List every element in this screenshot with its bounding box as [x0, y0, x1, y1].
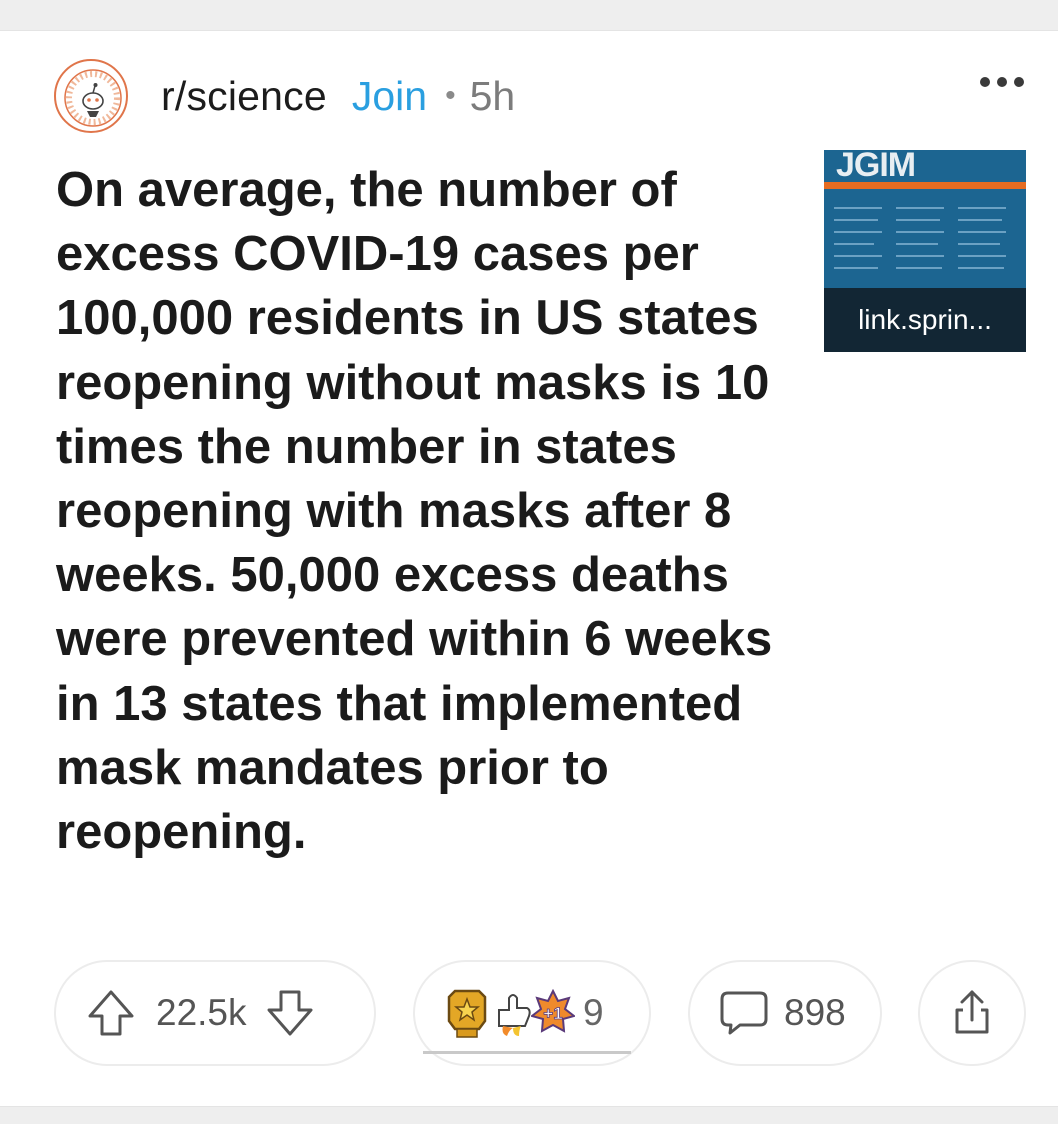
bottom-divider — [0, 1106, 1058, 1124]
awards-underline — [423, 1051, 631, 1054]
upvote-arrow-icon[interactable] — [84, 986, 138, 1040]
subreddit-name[interactable]: r/science — [161, 73, 327, 120]
more-options-icon[interactable] — [974, 64, 1030, 100]
thumbs-up-rocket-award-icon — [491, 988, 535, 1038]
share-icon — [949, 988, 995, 1038]
post-title[interactable]: On average, the number of excess COVID-1… — [56, 158, 776, 864]
comment-bubble-icon — [718, 987, 770, 1039]
link-thumbnail[interactable]: JGIM link.sprin... — [824, 150, 1026, 352]
action-bar: 22.5k +1 9 898 — [54, 960, 1026, 1066]
post-age: 5h — [469, 72, 516, 119]
vote-score: 22.5k — [156, 992, 247, 1033]
post-header: r/science Join • 5h — [54, 58, 515, 134]
thumbnail-brand: JGIM — [836, 150, 916, 184]
more-dot — [1014, 77, 1024, 87]
top-divider — [0, 0, 1058, 31]
awards-button[interactable]: +1 9 — [413, 960, 651, 1066]
more-dot — [980, 77, 990, 87]
downvote-arrow-icon[interactable] — [263, 986, 317, 1040]
thumbnail-stripe — [824, 182, 1026, 189]
join-button[interactable]: Join — [352, 73, 427, 120]
separator-dot: • — [445, 79, 456, 112]
vote-control: 22.5k — [54, 960, 376, 1066]
award-count: 9 — [583, 992, 604, 1033]
comments-button[interactable]: 898 — [688, 960, 882, 1066]
link-domain: link.sprin... — [858, 304, 992, 335]
more-dot — [997, 77, 1007, 87]
thumbnail-caption: link.sprin... — [824, 288, 1026, 352]
share-button[interactable] — [918, 960, 1026, 1066]
gold-award-icon — [445, 987, 489, 1039]
thumbnail-text-lines — [834, 207, 1006, 269]
plus-one-award-icon: +1 — [531, 989, 575, 1037]
comment-count: 898 — [784, 992, 846, 1033]
subreddit-science-icon[interactable] — [54, 59, 128, 133]
svg-text:+1: +1 — [543, 1004, 562, 1023]
